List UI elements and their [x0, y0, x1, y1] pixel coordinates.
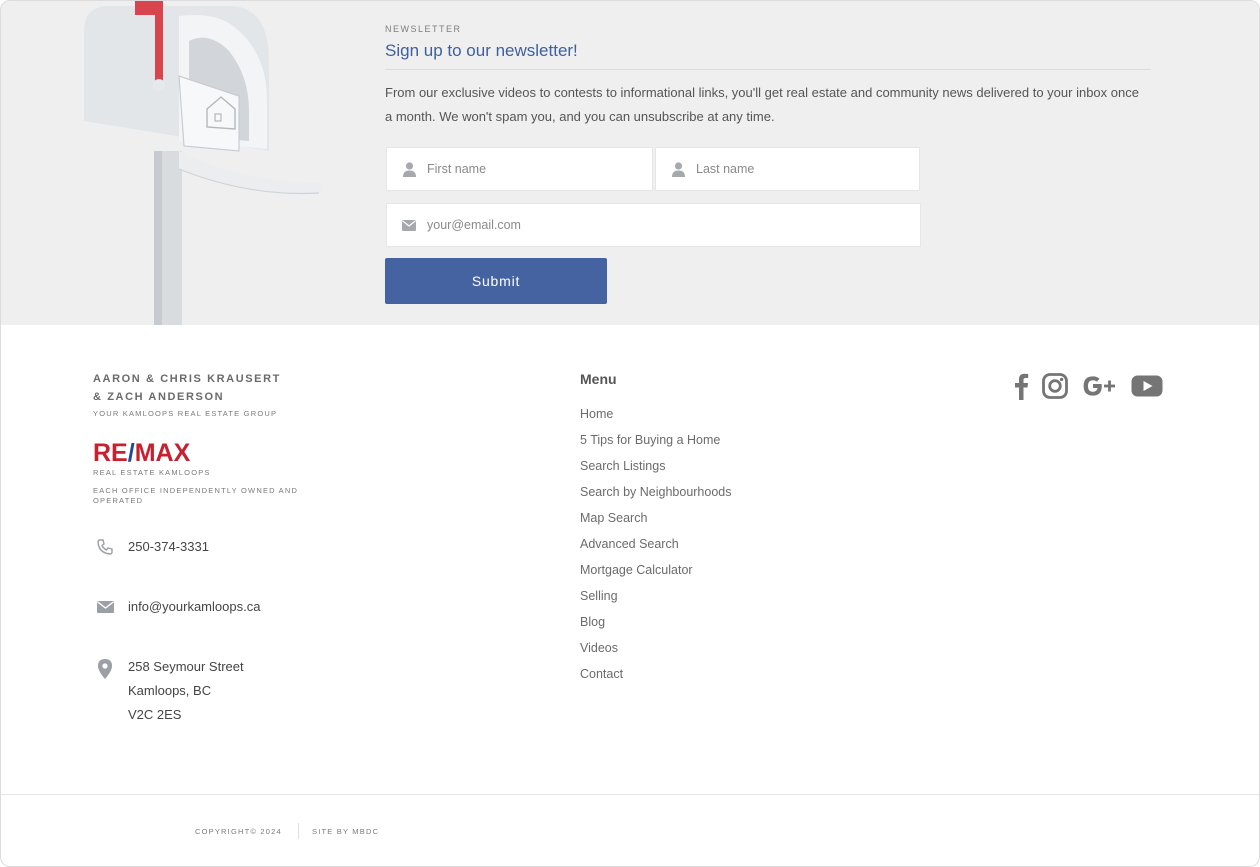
newsletter-title: Sign up to our newsletter! — [385, 41, 578, 60]
bottom-separator — [298, 823, 299, 839]
footer-divider — [1, 794, 1259, 795]
instagram-icon[interactable] — [1041, 370, 1069, 402]
copyright-text: COPYRIGHT© 2024 — [195, 827, 282, 836]
menu-title: Menu — [580, 371, 617, 387]
logo-text-re: RE — [93, 439, 128, 467]
email-input[interactable] — [427, 204, 920, 246]
location-pin-icon — [96, 658, 114, 680]
brand-name: AARON & CHRIS KRAUSERT & ZACH ANDERSON — [93, 370, 281, 406]
footer-menu: Home 5 Tips for Buying a Home Search Lis… — [580, 401, 732, 687]
brand-name-line2: & ZACH ANDERSON — [93, 391, 225, 403]
email-field[interactable] — [386, 203, 921, 247]
phone-icon — [96, 538, 114, 556]
menu-item-home[interactable]: Home — [580, 407, 613, 421]
user-icon — [670, 161, 686, 177]
mailbox-illustration — [84, 1, 323, 325]
brand-name-line1: AARON & CHRIS KRAUSERT — [93, 373, 281, 385]
menu-item-blog[interactable]: Blog — [580, 615, 605, 629]
site-by-link[interactable]: SITE BY MBDC — [312, 827, 379, 836]
last-name-field[interactable] — [655, 147, 920, 191]
remax-logo[interactable]: RE/MAX — [93, 441, 190, 466]
remax-subtitle: REAL ESTATE KAMLOOPS — [93, 468, 211, 477]
menu-item-selling[interactable]: Selling — [580, 589, 618, 603]
address-line1: 258 Seymour Street — [128, 659, 244, 674]
address-line3: V2C 2ES — [128, 707, 182, 722]
menu-item-buying-tips[interactable]: 5 Tips for Buying a Home — [580, 433, 720, 447]
google-plus-icon[interactable] — [1081, 370, 1119, 402]
newsletter-section: NEWSLETTER Sign up to our newsletter! Fr… — [1, 1, 1259, 325]
menu-item-map-search[interactable]: Map Search — [580, 511, 647, 525]
submit-button[interactable]: Submit — [385, 258, 607, 304]
page-frame: NEWSLETTER Sign up to our newsletter! Fr… — [0, 0, 1260, 867]
envelope-icon — [96, 598, 114, 616]
menu-item-search-neighbourhoods[interactable]: Search by Neighbourhoods — [580, 485, 732, 499]
office-note: EACH OFFICE INDEPENDENTLY OWNED AND OPER… — [93, 486, 299, 505]
first-name-field[interactable] — [386, 147, 653, 191]
menu-item-videos[interactable]: Videos — [580, 641, 618, 655]
youtube-icon[interactable] — [1130, 370, 1164, 402]
first-name-input[interactable] — [427, 148, 652, 190]
newsletter-divider — [385, 69, 1151, 70]
newsletter-description: From our exclusive videos to contests to… — [385, 85, 1139, 124]
brand-tagline: YOUR KAMLOOPS REAL ESTATE GROUP — [93, 409, 278, 418]
last-name-input[interactable] — [696, 148, 919, 190]
email-link[interactable]: info@yourkamloops.ca — [128, 595, 260, 619]
phone-link[interactable]: 250-374-3331 — [128, 535, 209, 559]
address-line2: Kamloops, BC — [128, 683, 212, 698]
user-icon — [401, 161, 417, 177]
menu-item-contact[interactable]: Contact — [580, 667, 623, 681]
menu-item-mortgage-calculator[interactable]: Mortgage Calculator — [580, 563, 693, 577]
facebook-icon[interactable] — [1011, 370, 1031, 402]
menu-item-search-listings[interactable]: Search Listings — [580, 459, 665, 473]
newsletter-eyebrow: NEWSLETTER — [385, 24, 462, 34]
address: 258 Seymour Street Kamloops, BC V2C 2ES — [128, 655, 244, 727]
menu-item-advanced-search[interactable]: Advanced Search — [580, 537, 679, 551]
logo-text-slash: / — [127, 439, 135, 467]
envelope-icon — [401, 217, 417, 233]
logo-text-max: MAX — [134, 439, 191, 467]
